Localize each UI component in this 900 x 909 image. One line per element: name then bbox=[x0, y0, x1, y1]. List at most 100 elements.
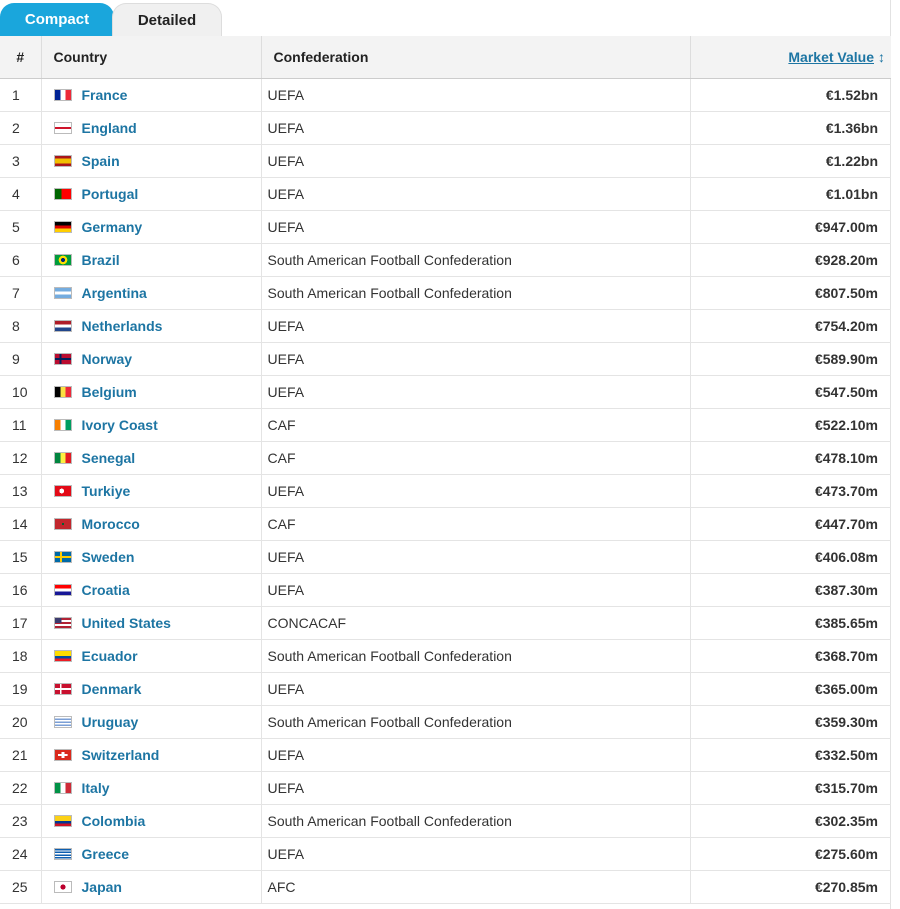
rank-cell: 1 bbox=[0, 78, 42, 112]
table-row: 23 Colombia South American Football Confed… bbox=[0, 804, 891, 838]
country-link[interactable]: Ecuador bbox=[82, 648, 138, 664]
sort-arrows-icon[interactable]: ↕ bbox=[878, 49, 885, 65]
rank-cell: 24 bbox=[0, 837, 42, 871]
country-cell: Ivory Coast bbox=[41, 408, 262, 442]
market-value-cell: €1.52bn bbox=[690, 78, 891, 112]
morocco-flag-icon bbox=[53, 517, 72, 530]
confederation-cell: UEFA bbox=[261, 111, 691, 145]
confederation-cell: South American Football Confederation bbox=[261, 243, 691, 277]
country-link[interactable]: Croatia bbox=[82, 582, 130, 598]
country-link[interactable]: Uruguay bbox=[82, 714, 139, 730]
table-row: 2 England UEFA €1.36bn bbox=[0, 111, 891, 145]
rank-cell: 4 bbox=[0, 177, 42, 211]
united-states-flag-icon bbox=[53, 616, 72, 629]
country-link[interactable]: Japan bbox=[82, 879, 122, 895]
market-value-cell: €947.00m bbox=[690, 210, 891, 244]
country-cell: Colombia bbox=[41, 804, 262, 838]
confederation-cell: UEFA bbox=[261, 78, 691, 112]
country-cell: Ecuador bbox=[41, 639, 262, 673]
header-market-value[interactable]: Market Value ↕ bbox=[690, 36, 891, 79]
confederation-cell: UEFA bbox=[261, 342, 691, 376]
country-link[interactable]: Sweden bbox=[82, 549, 135, 565]
table-row: 13 Turkiye UEFA €473.70m bbox=[0, 474, 891, 508]
tab-detailed[interactable]: Detailed bbox=[112, 3, 222, 36]
confederation-cell: UEFA bbox=[261, 210, 691, 244]
rank-cell: 15 bbox=[0, 540, 42, 574]
confederation-cell: UEFA bbox=[261, 672, 691, 706]
table-header-row: # Country Confederation Market Value ↕ bbox=[0, 36, 891, 79]
country-link[interactable]: Netherlands bbox=[82, 318, 163, 334]
ivory-coast-flag-icon bbox=[53, 418, 72, 431]
tab-compact[interactable]: Compact bbox=[0, 3, 114, 36]
confederation-cell: UEFA bbox=[261, 540, 691, 574]
rank-cell: 22 bbox=[0, 771, 42, 805]
country-link[interactable]: Argentina bbox=[82, 285, 147, 301]
country-link[interactable]: Spain bbox=[82, 153, 120, 169]
rank-cell: 10 bbox=[0, 375, 42, 409]
table-row: 21 Switzerland UEFA €332.50m bbox=[0, 738, 891, 772]
rank-cell: 13 bbox=[0, 474, 42, 508]
country-cell: England bbox=[41, 111, 262, 145]
country-link[interactable]: France bbox=[82, 87, 128, 103]
country-link[interactable]: Ivory Coast bbox=[82, 417, 158, 433]
country-cell: Norway bbox=[41, 342, 262, 376]
market-value-cell: €368.70m bbox=[690, 639, 891, 673]
country-link[interactable]: Switzerland bbox=[82, 747, 160, 763]
country-cell: France bbox=[41, 78, 262, 112]
table-row: 15 Sweden UEFA €406.08m bbox=[0, 540, 891, 574]
market-value-cell: €315.70m bbox=[690, 771, 891, 805]
confederation-cell: UEFA bbox=[261, 738, 691, 772]
country-link[interactable]: Senegal bbox=[82, 450, 136, 466]
country-cell: Brazil bbox=[41, 243, 262, 277]
country-cell: Belgium bbox=[41, 375, 262, 409]
rank-cell: 20 bbox=[0, 705, 42, 739]
table-row: 9 Norway UEFA €589.90m bbox=[0, 342, 891, 376]
country-link[interactable]: Greece bbox=[82, 846, 129, 862]
colombia-flag-icon bbox=[53, 814, 72, 827]
country-link[interactable]: United States bbox=[82, 615, 171, 631]
country-link[interactable]: Portugal bbox=[82, 186, 139, 202]
country-cell: Turkiye bbox=[41, 474, 262, 508]
market-value-cell: €302.35m bbox=[690, 804, 891, 838]
country-link[interactable]: Germany bbox=[82, 219, 143, 235]
market-value-cell: €359.30m bbox=[690, 705, 891, 739]
country-link[interactable]: Denmark bbox=[82, 681, 142, 697]
market-value-cell: €928.20m bbox=[690, 243, 891, 277]
confederation-cell: South American Football Confederation bbox=[261, 705, 691, 739]
table-row: 14 Morocco CAF €447.70m bbox=[0, 507, 891, 541]
country-link[interactable]: Norway bbox=[82, 351, 133, 367]
croatia-flag-icon bbox=[53, 583, 72, 596]
country-cell: Portugal bbox=[41, 177, 262, 211]
confederation-cell: UEFA bbox=[261, 309, 691, 343]
country-link[interactable]: Morocco bbox=[82, 516, 140, 532]
market-value-cell: €1.01bn bbox=[690, 177, 891, 211]
country-link[interactable]: Turkiye bbox=[82, 483, 131, 499]
market-value-cell: €473.70m bbox=[690, 474, 891, 508]
norway-flag-icon bbox=[53, 352, 72, 365]
country-link[interactable]: Italy bbox=[82, 780, 110, 796]
country-cell: Croatia bbox=[41, 573, 262, 607]
confederation-cell: AFC bbox=[261, 870, 691, 904]
sort-market-value-link[interactable]: Market Value bbox=[788, 49, 874, 65]
italy-flag-icon bbox=[53, 781, 72, 794]
spain-flag-icon bbox=[53, 154, 72, 167]
switzerland-flag-icon bbox=[53, 748, 72, 761]
country-link[interactable]: Colombia bbox=[82, 813, 146, 829]
greece-flag-icon bbox=[53, 847, 72, 860]
confederation-cell: South American Football Confederation bbox=[261, 804, 691, 838]
confederation-cell: UEFA bbox=[261, 771, 691, 805]
country-link[interactable]: England bbox=[82, 120, 137, 136]
table-row: 8 Netherlands UEFA €754.20m bbox=[0, 309, 891, 343]
confederation-cell: CAF bbox=[261, 408, 691, 442]
table-row: 3 Spain UEFA €1.22bn bbox=[0, 144, 891, 178]
table-row: 20 Uruguay South American Football Confede… bbox=[0, 705, 891, 739]
confederation-cell: UEFA bbox=[261, 177, 691, 211]
table-row: 17 United States CONCACAF €385.65m bbox=[0, 606, 891, 640]
country-cell: Germany bbox=[41, 210, 262, 244]
header-country: Country bbox=[41, 36, 262, 79]
country-link[interactable]: Brazil bbox=[82, 252, 120, 268]
country-cell: Netherlands bbox=[41, 309, 262, 343]
country-link[interactable]: Belgium bbox=[82, 384, 137, 400]
table-row: 1 France UEFA €1.52bn bbox=[0, 78, 891, 112]
confederation-cell: UEFA bbox=[261, 837, 691, 871]
